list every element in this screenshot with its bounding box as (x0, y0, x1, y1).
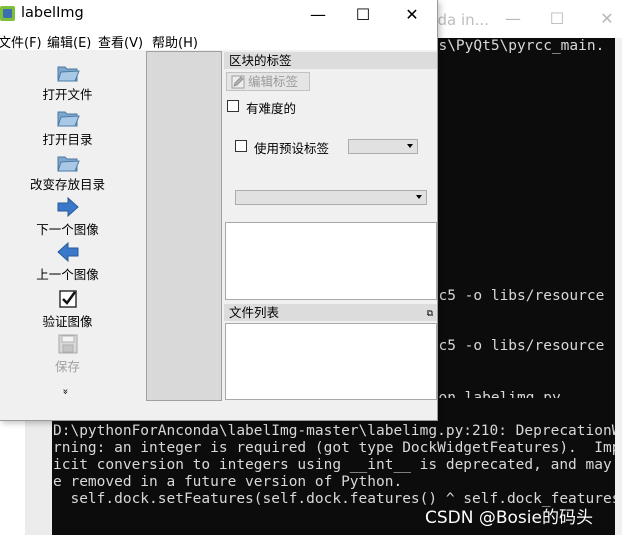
float-icon[interactable]: ⧉ (427, 306, 433, 323)
label-list[interactable] (225, 222, 437, 300)
save-button[interactable]: 保存 (0, 333, 135, 375)
console-line: rcc5 -o libs/resource (421, 288, 605, 304)
minimize-button[interactable]: — (296, 2, 340, 28)
app-titlebar: labelImg — ☐ ✕ (0, 0, 437, 30)
tool-label: 打开文件 (42, 87, 93, 102)
open-dir-button[interactable]: 打开目录 (0, 106, 135, 148)
tool-label: 改变存放目录 (29, 177, 105, 192)
file-list[interactable] (225, 323, 437, 400)
change-save-dir-button[interactable]: 改变存放目录 (0, 151, 135, 193)
console-close-button[interactable]: ✕ (596, 8, 618, 30)
menu-view[interactable]: 查看(V) (98, 32, 143, 51)
edit-label-button[interactable]: 编辑标签 (226, 72, 310, 91)
console-line: ges\PyQt5\pyrcc_main. (421, 38, 605, 54)
console-line: rning: an integer is required (got type … (53, 440, 615, 456)
console-scrollbar[interactable] (615, 38, 622, 535)
close-button[interactable]: ✕ (390, 2, 434, 28)
console-maximize-button[interactable]: ☐ (546, 8, 568, 30)
tool-label: 下一个图像 (36, 222, 99, 237)
menu-help[interactable]: 帮助(H) (152, 32, 198, 51)
prev-image-button[interactable]: 上一个图像 (0, 241, 135, 283)
tool-label: 保存 (54, 359, 80, 374)
pencil-icon (231, 75, 245, 89)
arrow-right-icon (57, 196, 79, 218)
toolbar: 打开文件 打开目录 改变存放目录 下一个图像 上一个图像 验证图像 保存 » (0, 51, 145, 400)
toolbar-extension-icon[interactable]: » (60, 388, 71, 394)
verify-image-button[interactable]: 验证图像 (0, 288, 135, 330)
tool-label: 打开目录 (42, 132, 93, 147)
console-line: rcc5 -o libs/resource (421, 338, 605, 354)
arrow-left-icon (56, 241, 78, 263)
default-label-combo[interactable] (348, 139, 418, 154)
menu-edit[interactable]: 编辑(E) (47, 32, 91, 51)
next-image-button[interactable]: 下一个图像 (0, 196, 135, 238)
file-list-title-text: 文件列表 (229, 305, 280, 320)
menubar: 文件(F) 编辑(E) 查看(V) 帮助(H) (0, 30, 437, 51)
labelimg-window: labelImg — ☐ ✕ 文件(F) 编辑(E) 查看(V) 帮助(H) 打… (0, 0, 438, 421)
watermark: CSDN @Bosie的码头 (425, 508, 593, 528)
open-folder-icon (56, 156, 80, 172)
tool-label: 上一个图像 (36, 267, 99, 282)
image-canvas[interactable] (146, 51, 222, 401)
save-icon (58, 334, 77, 354)
menu-file[interactable]: 文件(F) (0, 32, 42, 51)
edit-label-text: 编辑标签 (248, 74, 299, 89)
difficult-checkbox[interactable] (227, 100, 239, 112)
chevron-down-icon (407, 144, 413, 148)
app-title: labelImg (21, 5, 84, 21)
file-list-title: 文件列表 ⧉ (224, 304, 437, 321)
label-panel-title: 区块的标签 (224, 52, 437, 69)
open-folder-icon (56, 111, 80, 127)
difficult-label: 有难度的 (246, 101, 297, 116)
open-folder-icon (56, 66, 80, 82)
console-titlebar: nda in... — ☐ ✕ (420, 0, 622, 38)
console-minimize-button[interactable]: — (502, 8, 524, 30)
chevron-down-icon (416, 195, 422, 199)
open-file-button[interactable]: 打开文件 (0, 61, 135, 103)
use-default-label-text: 使用预设标签 (254, 141, 330, 156)
use-default-label-checkbox[interactable] (235, 140, 247, 152)
console-line: icit conversion to integers using __int_… (53, 457, 615, 473)
app-icon (0, 6, 15, 21)
checkbox-icon (58, 290, 77, 308)
label-filter-combo[interactable] (235, 190, 427, 205)
maximize-button[interactable]: ☐ (341, 2, 385, 28)
console-line: D:\pythonForAnconda\labelImg-master\labe… (53, 423, 615, 439)
console-line: e removed in a future version of Python. (53, 474, 403, 490)
tool-label: 验证图像 (42, 314, 93, 329)
